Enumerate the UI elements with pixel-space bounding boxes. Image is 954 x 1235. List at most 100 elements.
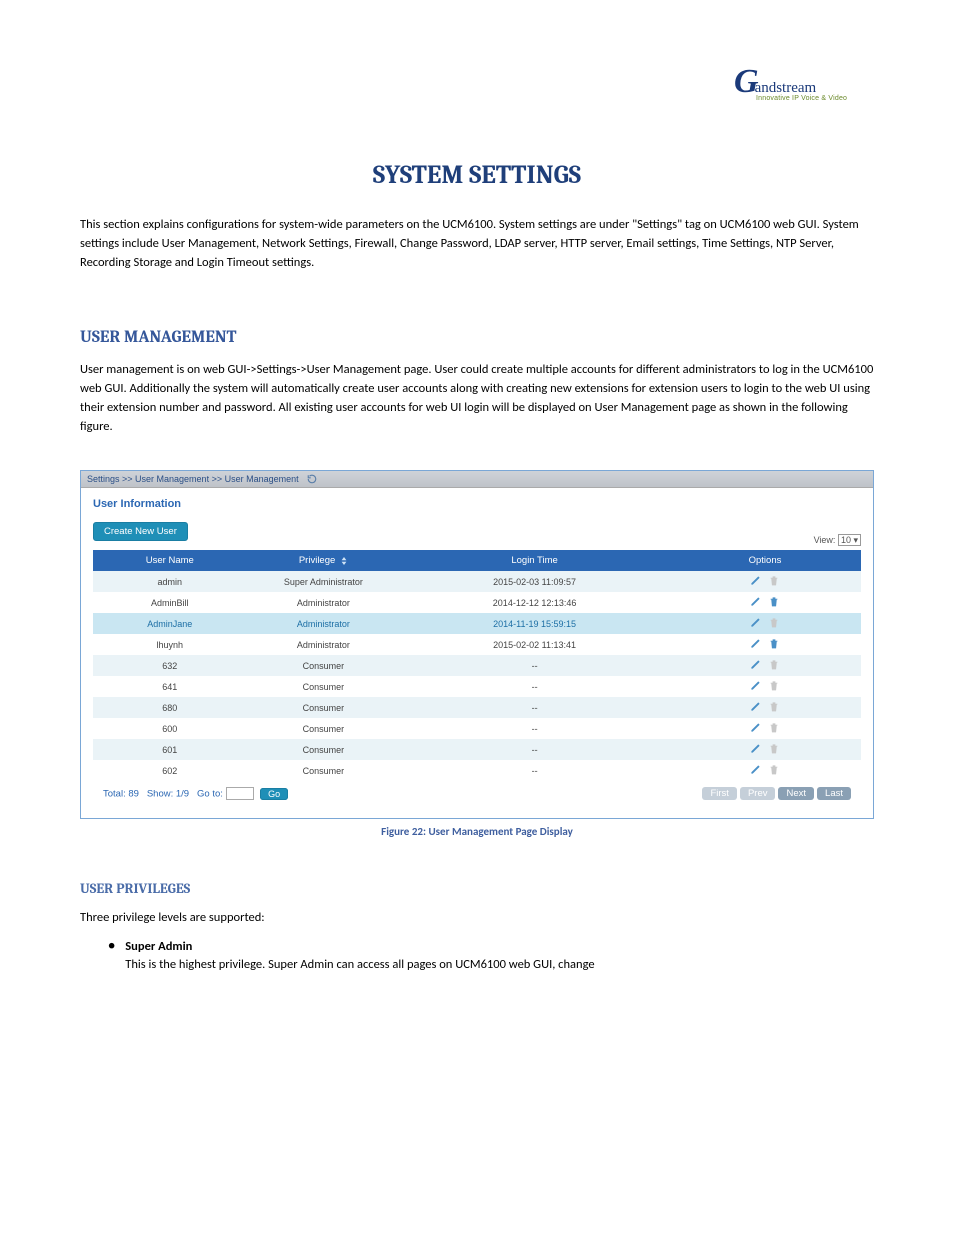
cell-logintime: --: [400, 739, 669, 760]
section-user-privileges-heading: USER PRIVILEGES: [80, 880, 874, 897]
delete-icon: [769, 680, 779, 691]
cell-options: [669, 718, 861, 739]
pager-go-button[interactable]: Go: [260, 788, 288, 800]
cell-username: 600: [93, 718, 247, 739]
delete-icon: [769, 743, 779, 754]
cell-username: AdminBill: [93, 592, 247, 613]
cell-logintime: 2015-02-03 11:09:57: [400, 571, 669, 592]
bullet-title: Super Admin: [125, 938, 874, 956]
cell-options: [669, 676, 861, 697]
cell-logintime: --: [400, 718, 669, 739]
col-header-privilege[interactable]: Privilege: [247, 550, 401, 571]
edit-icon[interactable]: [750, 764, 761, 775]
figure-caption: Figure 22: User Management Page Display: [80, 825, 874, 838]
table-row: 600Consumer--: [93, 718, 861, 739]
section-user-management-heading: USER MANAGEMENT: [80, 328, 874, 347]
view-page-size-select[interactable]: 10 ▾: [838, 534, 861, 546]
edit-icon[interactable]: [750, 743, 761, 754]
cell-privilege: Consumer: [247, 676, 401, 697]
screenshot-user-info-panel: Settings >> User Management >> User Mana…: [80, 470, 874, 819]
view-label: View:: [814, 535, 836, 545]
delete-icon: [769, 575, 779, 586]
delete-icon[interactable]: [769, 638, 779, 649]
user-management-paragraph: User management is on web GUI->Settings-…: [80, 361, 874, 436]
table-row: AdminJaneAdministrator2014-11-19 15:59:1…: [93, 613, 861, 634]
edit-icon[interactable]: [750, 575, 761, 586]
delete-icon: [769, 659, 779, 670]
cell-privilege: Consumer: [247, 697, 401, 718]
pager-first-button[interactable]: First: [702, 787, 736, 800]
edit-icon[interactable]: [750, 617, 761, 628]
user-privileges-paragraph: Three privilege levels are supported:: [80, 909, 874, 928]
pager-goto-label: Go to:: [197, 789, 223, 800]
cell-privilege: Consumer: [247, 739, 401, 760]
delete-icon: [769, 617, 779, 628]
delete-icon[interactable]: [769, 596, 779, 607]
edit-icon[interactable]: [750, 659, 761, 670]
cell-privilege: Administrator: [247, 613, 401, 634]
cell-options: [669, 760, 861, 781]
edit-icon[interactable]: [750, 596, 761, 607]
pager-total: Total: 89: [103, 789, 139, 800]
edit-icon[interactable]: [750, 680, 761, 691]
cell-options: [669, 634, 861, 655]
pager-prev-button[interactable]: Prev: [740, 787, 776, 800]
cell-logintime: --: [400, 760, 669, 781]
cell-privilege: Consumer: [247, 718, 401, 739]
edit-icon[interactable]: [750, 638, 761, 649]
cell-username: 632: [93, 655, 247, 676]
page-title: SYSTEM SETTINGS: [80, 160, 874, 190]
panel-title: User Information: [93, 498, 861, 510]
cell-privilege: Consumer: [247, 655, 401, 676]
pager-last-button[interactable]: Last: [817, 787, 851, 800]
table-row: AdminBillAdministrator2014-12-12 12:13:4…: [93, 592, 861, 613]
table-row: adminSuper Administrator2015-02-03 11:09…: [93, 571, 861, 592]
cell-username: admin: [93, 571, 247, 592]
cell-options: [669, 655, 861, 676]
cell-username: lhuynh: [93, 634, 247, 655]
breadcrumb: Settings >> User Management >> User Mana…: [87, 474, 299, 484]
breadcrumb-bar: Settings >> User Management >> User Mana…: [81, 471, 873, 488]
pager-goto-input[interactable]: [226, 787, 254, 800]
cell-options: [669, 571, 861, 592]
delete-icon: [769, 722, 779, 733]
cell-username: 601: [93, 739, 247, 760]
edit-icon[interactable]: [750, 701, 761, 712]
col-header-username[interactable]: User Name: [93, 550, 247, 571]
bullet-body: This is the highest privilege. Super Adm…: [125, 956, 874, 974]
delete-icon: [769, 764, 779, 775]
user-table: User Name Privilege Login Time Options a…: [93, 550, 861, 781]
edit-icon[interactable]: [750, 722, 761, 733]
table-row: 601Consumer--: [93, 739, 861, 760]
bullet-item: ● Super Admin This is the highest privil…: [108, 938, 874, 974]
cell-logintime: --: [400, 676, 669, 697]
cell-logintime: --: [400, 655, 669, 676]
intro-paragraph: This section explains configurations for…: [80, 216, 874, 272]
cell-options: [669, 613, 861, 634]
pager: Total: 89 Show: 1/9 Go to: Go First Prev…: [93, 781, 861, 808]
cell-options: [669, 739, 861, 760]
cell-logintime: 2014-12-12 12:13:46: [400, 592, 669, 613]
cell-options: [669, 697, 861, 718]
col-header-options: Options: [669, 550, 861, 571]
table-row: 641Consumer--: [93, 676, 861, 697]
cell-logintime: 2014-11-19 15:59:15: [400, 613, 669, 634]
create-new-user-button[interactable]: Create New User: [93, 522, 188, 541]
refresh-icon[interactable]: [307, 474, 317, 484]
cell-logintime: 2015-02-02 11:13:41: [400, 634, 669, 655]
brand-logo: Gandstream Innovative IP Voice & Video: [734, 68, 874, 116]
brand-tagline: Innovative IP Voice & Video: [756, 95, 874, 102]
cell-username: 602: [93, 760, 247, 781]
cell-username: 680: [93, 697, 247, 718]
cell-options: [669, 592, 861, 613]
col-header-logintime[interactable]: Login Time: [400, 550, 669, 571]
bullet-marker: ●: [108, 938, 115, 974]
table-row: 680Consumer--: [93, 697, 861, 718]
cell-username: 641: [93, 676, 247, 697]
table-row: 602Consumer--: [93, 760, 861, 781]
cell-privilege: Super Administrator: [247, 571, 401, 592]
pager-next-button[interactable]: Next: [778, 787, 814, 800]
pager-show: Show: 1/9: [147, 789, 189, 800]
table-row: 632Consumer--: [93, 655, 861, 676]
cell-privilege: Consumer: [247, 760, 401, 781]
